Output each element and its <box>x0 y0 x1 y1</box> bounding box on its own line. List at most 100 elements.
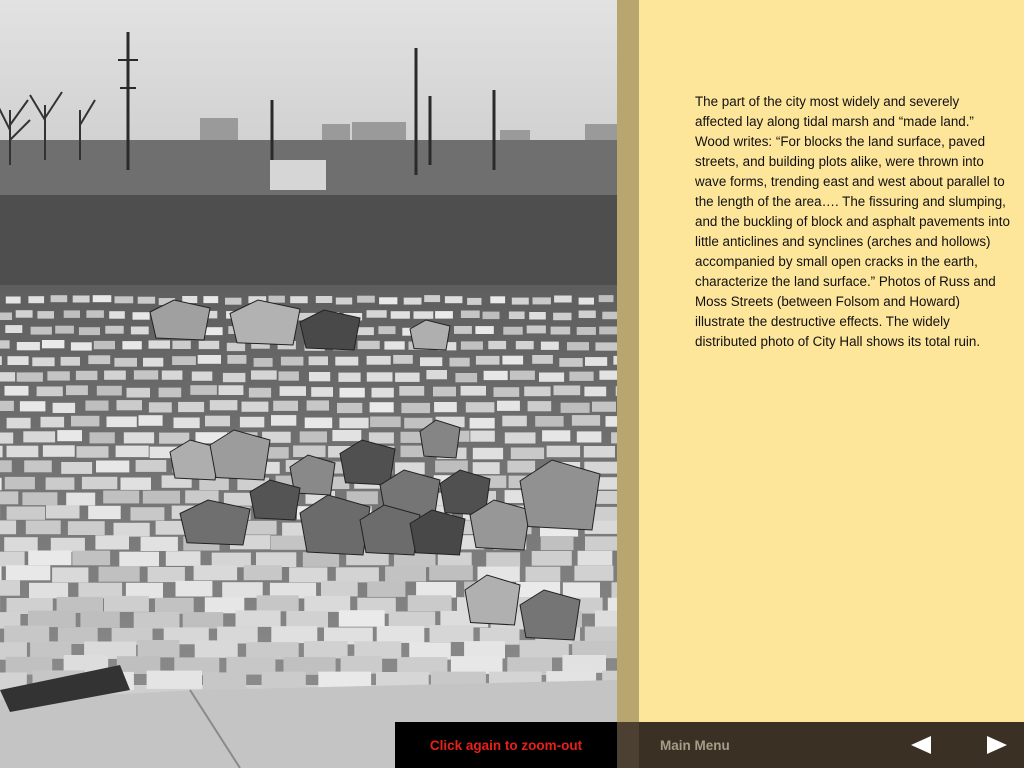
cobblestone <box>340 655 383 674</box>
cobblestone <box>371 387 394 398</box>
cobblestone <box>367 581 406 597</box>
cobblestone <box>75 370 98 381</box>
cobblestone <box>379 297 398 305</box>
cobblestone <box>135 460 167 472</box>
cobblestone <box>227 355 247 364</box>
cobblestone <box>147 567 185 583</box>
cobblestone <box>88 505 121 520</box>
cobblestone <box>569 371 594 381</box>
cobblestone <box>4 476 35 490</box>
cobblestone <box>502 355 524 365</box>
cobblestone <box>92 295 112 303</box>
cobblestone <box>519 640 569 658</box>
cobblestone <box>366 355 391 365</box>
cobblestone <box>30 326 52 335</box>
cobblestone <box>460 310 480 318</box>
cobblestone <box>93 340 115 350</box>
cobblestone <box>248 387 272 398</box>
cobblestone <box>465 402 495 413</box>
cobblestone <box>594 610 617 627</box>
cobblestone <box>504 432 536 444</box>
cobblestone <box>42 445 75 457</box>
cobblestone <box>6 506 46 520</box>
cobblestone <box>490 296 506 304</box>
cobblestone <box>72 295 90 303</box>
cobblestone <box>286 611 328 628</box>
zoom-out-button[interactable]: Click again to zoom-out <box>395 722 617 768</box>
cobblestone <box>339 417 369 429</box>
cobblestone <box>182 612 224 629</box>
cobblestone <box>95 535 129 550</box>
main-menu-label: Main Menu <box>660 737 730 753</box>
cobblestone <box>218 385 244 395</box>
cobblestone <box>16 342 40 351</box>
cobblestone <box>273 400 298 411</box>
cobblestone <box>50 537 85 552</box>
next-page-button[interactable] <box>985 735 1009 755</box>
cobblestone <box>460 385 486 396</box>
cobblestone <box>0 312 13 320</box>
cobblestone <box>599 370 617 380</box>
cobblestone <box>16 372 43 382</box>
cobblestone <box>576 327 596 335</box>
cobblestone <box>524 386 551 397</box>
cobblestone <box>407 595 452 612</box>
cobblestone <box>472 462 500 475</box>
cobblestone <box>104 370 126 380</box>
cobblestone <box>540 341 559 350</box>
cobblestone <box>571 415 601 426</box>
cobblestone <box>60 356 80 366</box>
cobblestone <box>203 296 219 304</box>
cobblestone <box>303 641 348 659</box>
cobblestone <box>57 430 82 442</box>
cobblestone <box>546 445 581 458</box>
cobblestone <box>444 296 463 304</box>
cobblestone <box>426 370 447 380</box>
cobblestone <box>205 415 230 427</box>
cobblestone <box>370 416 401 428</box>
cobblestone <box>493 387 520 397</box>
main-menu-button[interactable]: Main Menu <box>660 722 730 768</box>
cobblestone <box>472 447 504 460</box>
cobblestone <box>0 491 19 505</box>
cobblestone <box>119 551 159 567</box>
cobblestone <box>133 370 159 380</box>
cobblestone <box>40 416 65 428</box>
cobblestone <box>455 373 478 383</box>
cobblestone <box>89 432 115 444</box>
triangle-left-icon <box>911 736 931 754</box>
cobblestone <box>5 565 51 581</box>
cobblestone <box>138 415 163 426</box>
cobblestone <box>401 402 430 414</box>
cobblestone <box>114 357 137 367</box>
cobblestone <box>103 490 140 504</box>
cobblestone <box>109 311 125 319</box>
cobblestone <box>532 355 553 364</box>
cobblestone <box>460 341 483 350</box>
cobblestone <box>366 310 387 318</box>
cobblestone <box>70 342 92 351</box>
cobblestone <box>0 460 12 473</box>
cobblestone <box>595 342 617 351</box>
cobblestone <box>0 580 20 596</box>
cobblestone <box>137 296 156 304</box>
cobblestone <box>235 610 281 627</box>
cobblestone <box>420 357 443 367</box>
cobblestone <box>137 640 180 658</box>
cobblestone <box>114 296 134 304</box>
cobblestone <box>28 550 72 566</box>
cobblestone <box>578 297 594 305</box>
previous-page-button[interactable] <box>909 735 933 755</box>
cobblestone <box>413 311 434 319</box>
cobblestone <box>4 385 29 396</box>
cobblestone <box>475 355 500 365</box>
cobblestone <box>96 385 122 396</box>
cobblestone <box>475 326 494 334</box>
cobblestone <box>76 446 109 458</box>
cobblestone <box>486 552 521 567</box>
cobblestone <box>429 565 473 581</box>
historical-photo[interactable] <box>0 0 617 768</box>
cobblestone <box>0 445 3 458</box>
cobblestone <box>172 340 191 349</box>
cobblestone <box>304 417 333 429</box>
